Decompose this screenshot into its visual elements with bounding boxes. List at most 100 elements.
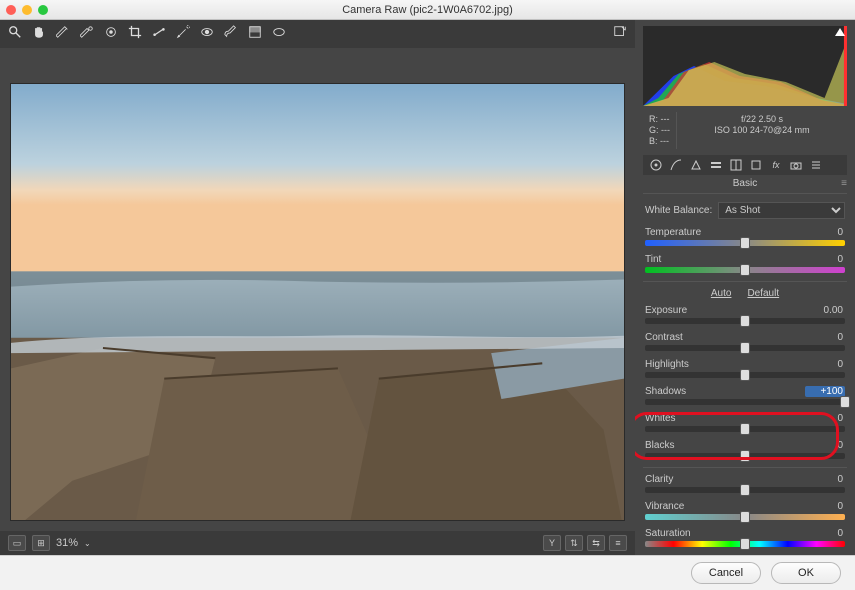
zoom-level[interactable]: 31% [56,537,78,549]
temperature-slider[interactable] [645,240,845,246]
tab-lens-icon[interactable] [749,158,763,172]
metadata: R: --- G: --- B: --- f/22 2.50 s ISO 100… [643,112,847,149]
temperature-thumb[interactable] [740,237,750,249]
exposure-thumb[interactable] [740,315,750,327]
rgb-readout: R: --- G: --- B: --- [643,112,677,149]
filmstrip-orientation-icon[interactable]: ⊞ [32,535,50,551]
contrast-thumb[interactable] [740,342,750,354]
exif-readout: f/22 2.50 s ISO 100 24-70@24 mm [677,112,847,149]
shadows-thumb[interactable] [840,396,850,408]
shadows-value[interactable]: +100 [805,386,845,397]
tint-thumb[interactable] [740,264,750,276]
shadows-label: Shadows [645,386,686,397]
settings-menu-icon[interactable]: ≡ [609,535,627,551]
panel-title: Basic ≡ [643,175,847,194]
tab-fx-icon[interactable]: fx [769,158,783,172]
highlight-clipping-icon[interactable] [835,28,845,36]
app-window: Camera Raw (pic2-1W0A6702.jpg) [0,0,855,590]
hand-tool-icon[interactable] [32,25,46,44]
open-preferences-icon[interactable] [613,25,627,44]
spot-removal-tool-icon[interactable] [176,25,190,44]
straighten-tool-icon[interactable] [152,25,166,44]
highlights-thumb[interactable] [740,369,750,381]
blacks-slider[interactable] [645,453,845,459]
before-after-swap-icon[interactable]: ⇅ [565,535,583,551]
highlights-slider[interactable] [645,372,845,378]
whites-value[interactable]: 0 [805,413,845,424]
color-sampler-tool-icon[interactable] [80,25,94,44]
shadows-slider[interactable] [645,399,845,405]
content: ▭ ⊞ 31% ⌄ Y ⇅ ⇆ ≡ [0,20,855,555]
panel-menu-icon[interactable]: ≡ [841,178,847,189]
auto-link[interactable]: Auto [711,288,732,299]
vibrance-label: Vibrance [645,501,684,512]
crop-tool-icon[interactable] [128,25,142,44]
tab-hsl-icon[interactable] [709,158,723,172]
close-window-button[interactable] [6,5,16,15]
tab-presets-icon[interactable] [809,158,823,172]
exposure-slider[interactable] [645,318,845,324]
saturation-label: Saturation [645,528,691,539]
cancel-button[interactable]: Cancel [691,562,761,584]
zoom-window-button[interactable] [38,5,48,15]
clarity-label: Clarity [645,474,673,485]
contrast-slider[interactable] [645,345,845,351]
tab-basic-icon[interactable] [649,158,663,172]
tab-camera-icon[interactable] [789,158,803,172]
ok-button[interactable]: OK [771,562,841,584]
blacks-label: Blacks [645,440,674,451]
saturation-row: Saturation 0 [645,528,845,547]
default-link[interactable]: Default [747,288,779,299]
white-balance-select[interactable]: As Shot [718,202,845,219]
contrast-value[interactable]: 0 [805,332,845,343]
whites-slider[interactable] [645,426,845,432]
auto-default-row: Auto Default [645,288,845,299]
temperature-row: Temperature0 [645,227,845,246]
tab-detail-icon[interactable] [689,158,703,172]
clarity-row: Clarity 0 [645,474,845,493]
filmstrip-toggle-icon[interactable]: ▭ [8,535,26,551]
highlights-value[interactable]: 0 [805,359,845,370]
white-balance-tool-icon[interactable] [56,25,70,44]
vibrance-thumb[interactable] [740,511,750,523]
saturation-slider[interactable] [645,541,845,547]
radial-filter-tool-icon[interactable] [272,25,286,44]
before-after-copy-icon[interactable]: ⇆ [587,535,605,551]
adjustment-brush-tool-icon[interactable] [224,25,238,44]
tint-value[interactable]: 0 [805,254,845,265]
highlights-label: Highlights [645,359,689,370]
exposure-row: Exposure0.00 [645,305,845,324]
zoom-tool-icon[interactable] [8,25,22,44]
exposure-value[interactable]: 0.00 [805,305,845,316]
readout-r: R: --- [649,114,670,125]
targeted-adjustment-tool-icon[interactable] [104,25,118,44]
panel-tabs: fx [643,155,847,175]
readout-g: G: --- [649,125,670,136]
blacks-thumb[interactable] [740,450,750,462]
vibrance-slider[interactable] [645,514,845,520]
left-pane: ▭ ⊞ 31% ⌄ Y ⇅ ⇆ ≡ [0,20,635,555]
basic-panel: White Balance: As Shot Temperature0 Tint… [635,194,855,555]
histogram[interactable] [643,26,847,106]
blacks-row: Blacks 0 [645,440,845,459]
saturation-value[interactable]: 0 [805,528,845,539]
tab-curve-icon[interactable] [669,158,683,172]
temperature-value[interactable]: 0 [805,227,845,238]
blacks-value[interactable]: 0 [805,440,845,451]
clarity-thumb[interactable] [740,484,750,496]
shadows-row: Shadows +100 [645,386,845,405]
clarity-value[interactable]: 0 [805,474,845,485]
image-preview[interactable] [10,83,625,521]
whites-thumb[interactable] [740,423,750,435]
saturation-thumb[interactable] [740,538,750,550]
before-after-toggle[interactable]: Y [543,535,561,551]
minimize-window-button[interactable] [22,5,32,15]
graduated-filter-tool-icon[interactable] [248,25,262,44]
tint-slider[interactable] [645,267,845,273]
red-eye-tool-icon[interactable] [200,25,214,44]
zoom-dropdown-icon[interactable]: ⌄ [84,539,91,548]
clarity-slider[interactable] [645,487,845,493]
window-controls [6,5,48,15]
tab-split-icon[interactable] [729,158,743,172]
vibrance-value[interactable]: 0 [805,501,845,512]
